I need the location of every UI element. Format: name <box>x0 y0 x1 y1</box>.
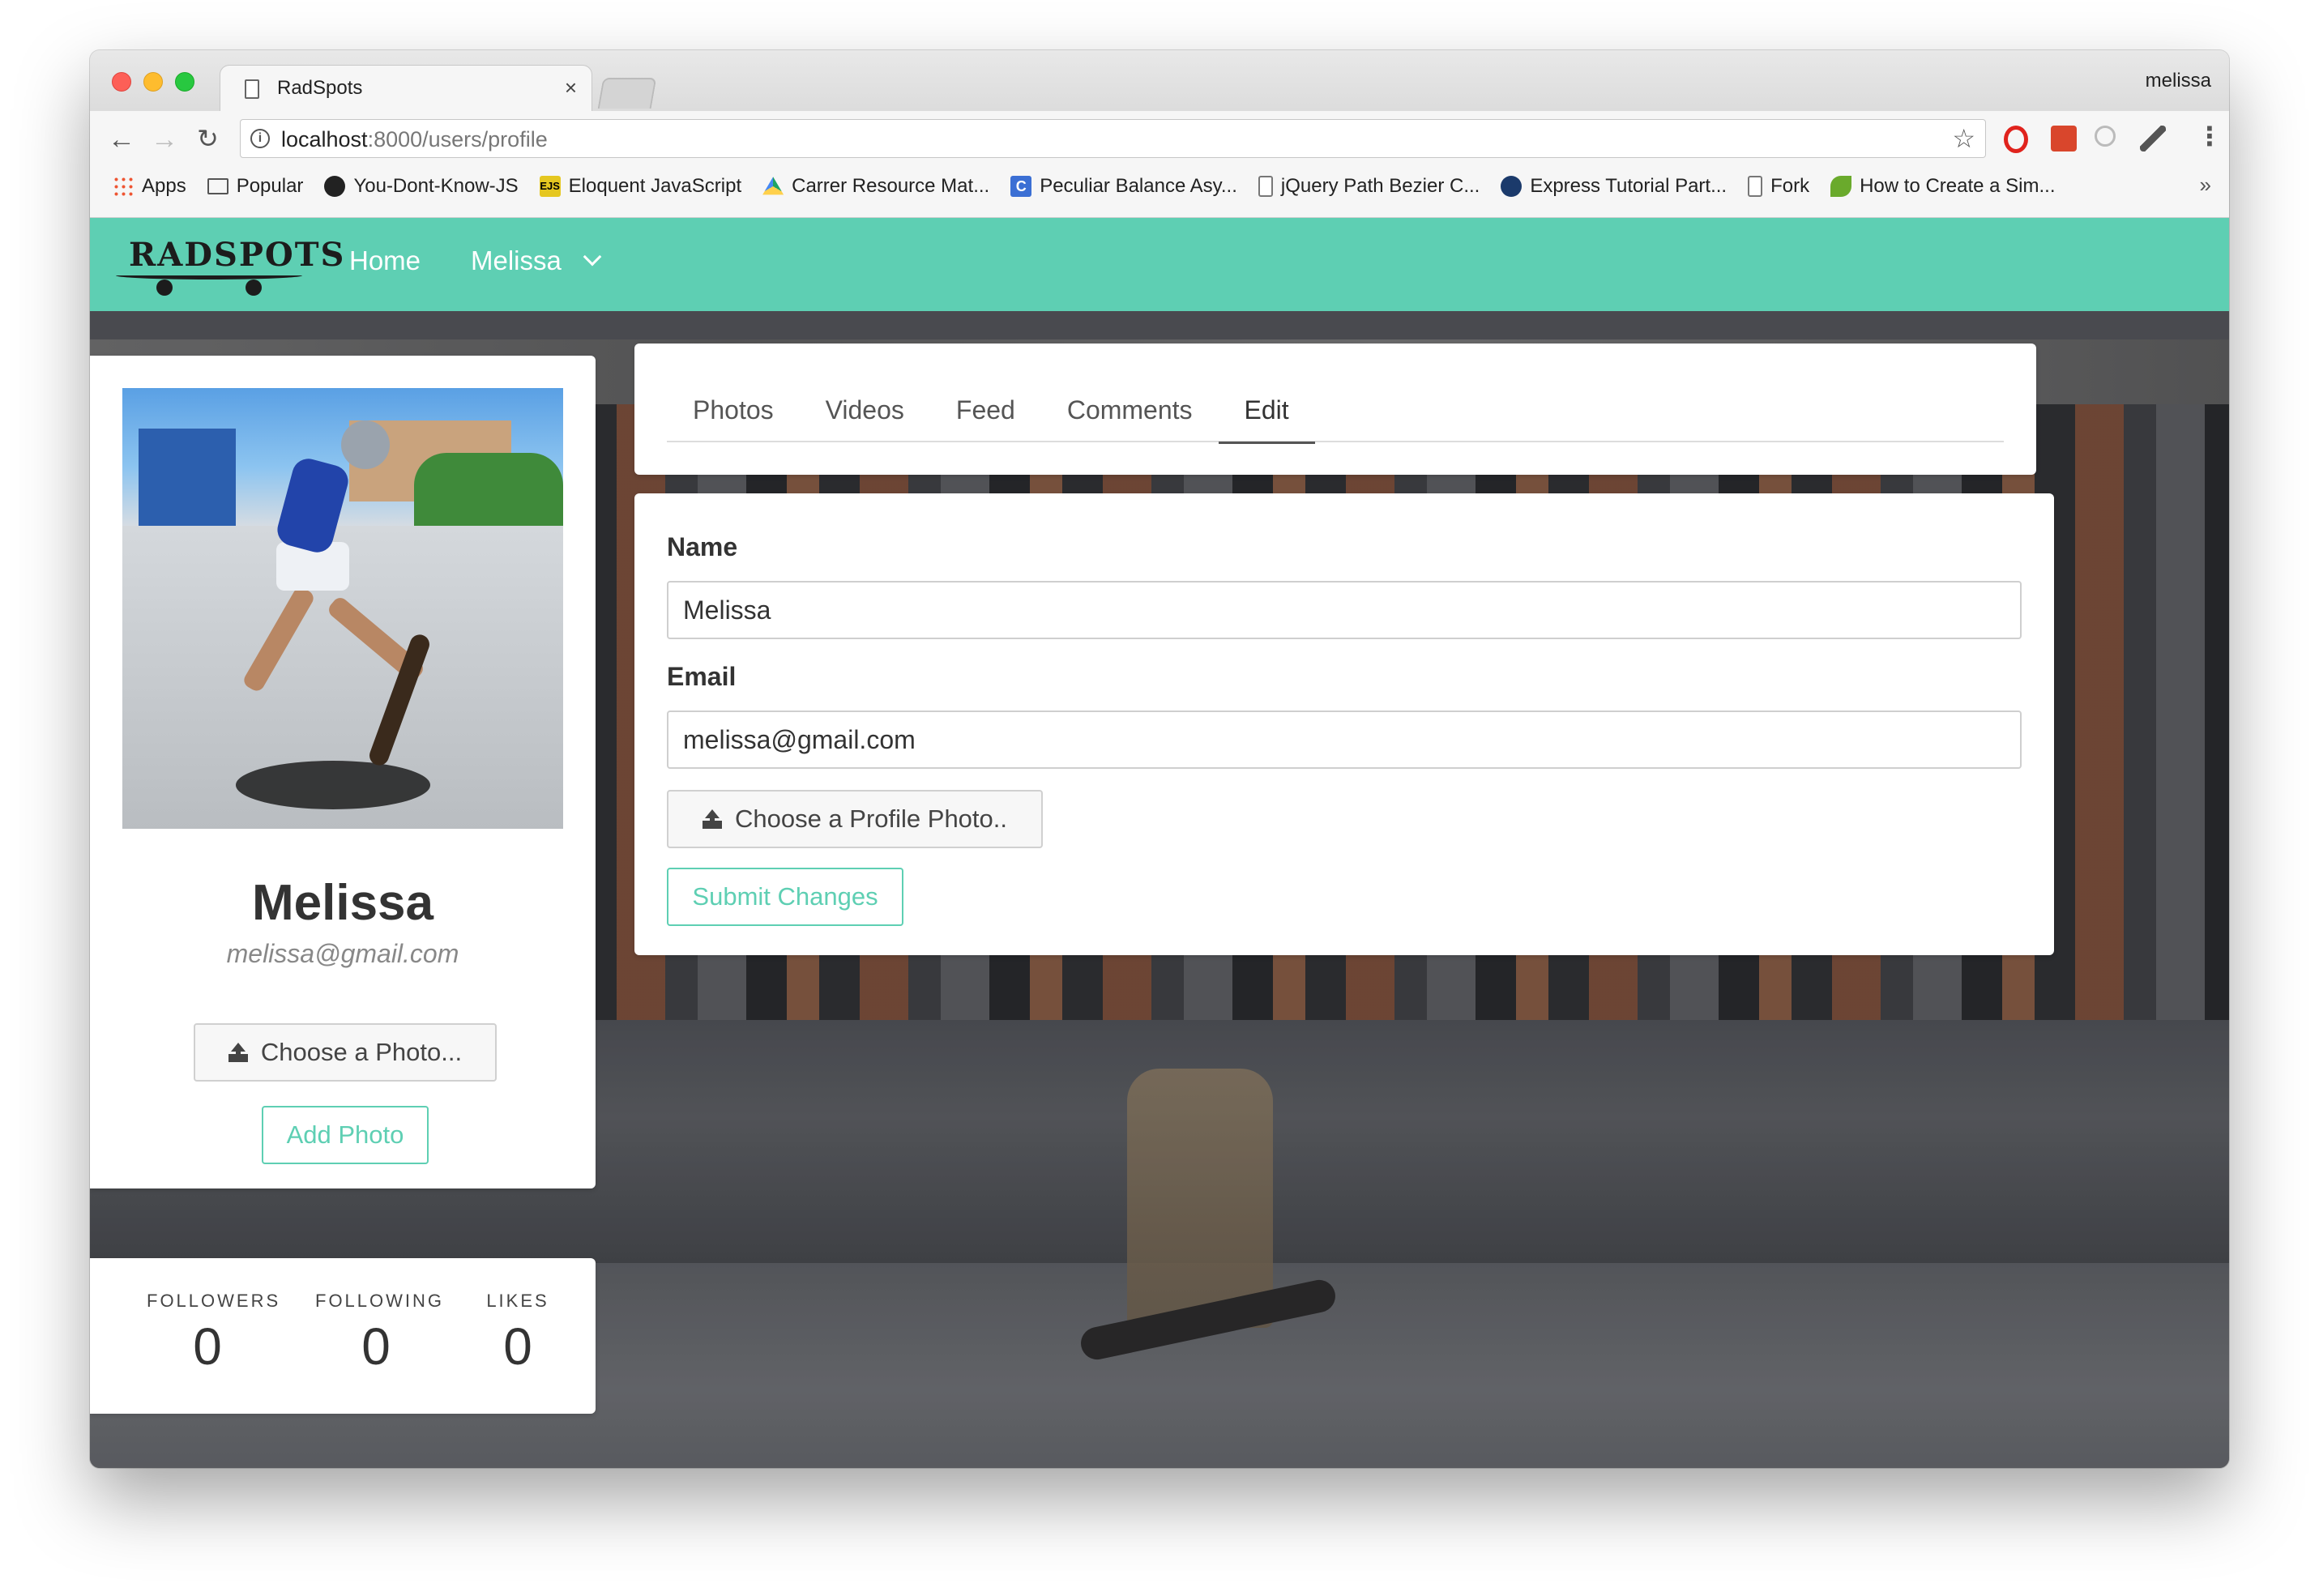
bookmark-popular[interactable]: Popular <box>207 175 303 198</box>
browser-toolbar: ← → ↻ i localhost:8000/users/profile ☆ ⋮… <box>90 111 2229 218</box>
browser-profile-name[interactable]: melissa <box>2146 70 2211 92</box>
close-tab-icon[interactable]: × <box>565 75 577 100</box>
title-bar: RadSpots × melissa <box>90 50 2229 112</box>
address-bar[interactable]: i localhost:8000/users/profile ☆ <box>240 119 1986 158</box>
ejs-icon: EJS <box>539 176 561 197</box>
magnifier-extension-icon[interactable] <box>2095 126 2116 147</box>
edit-profile-form: Name Email Choose a Profile Photo.. Subm… <box>634 493 2054 955</box>
tab-photos[interactable]: Photos <box>667 368 800 442</box>
opera-extension-icon[interactable] <box>2004 126 2028 153</box>
url-text[interactable]: localhost:8000/users/profile <box>281 127 548 152</box>
following-stat[interactable]: FOLLOWING 0 <box>315 1291 442 1376</box>
nav-home-link[interactable]: Home <box>349 245 421 276</box>
name-field[interactable] <box>667 581 2022 639</box>
tab-videos[interactable]: Videos <box>800 368 930 442</box>
profile-photo <box>122 388 563 829</box>
tab-comments[interactable]: Comments <box>1041 368 1219 442</box>
app-navbar: RADSPOTS Home Melissa <box>90 218 2229 311</box>
profile-card: Melissa melissa@gmail.com Choose a Photo… <box>90 356 596 1188</box>
upload-icon <box>702 809 722 829</box>
close-window-button[interactable] <box>112 72 131 92</box>
nav-user-dropdown[interactable]: Melissa <box>471 245 562 276</box>
stats-card: FOLLOWERS 0 FOLLOWING 0 LIKES 0 <box>90 1258 596 1414</box>
bookmarks-bar: Apps Popular You-Dont-Know-JS EJS Eloquen… <box>90 166 2229 207</box>
bookmarks-overflow-icon[interactable]: » <box>2200 173 2211 198</box>
bookmark-star-icon[interactable]: ☆ <box>1952 123 1975 154</box>
logo-skateboard <box>116 271 302 280</box>
leaf-icon <box>1830 176 1852 197</box>
upload-icon <box>228 1043 248 1062</box>
add-photo-button[interactable]: Add Photo <box>262 1106 429 1164</box>
logo-wheel <box>156 280 173 296</box>
new-tab-button[interactable] <box>597 78 657 109</box>
minimize-window-button[interactable] <box>143 72 163 92</box>
forward-arrow-icon[interactable]: → <box>151 126 178 153</box>
page-viewport: RADSPOTS Home Melissa Melissa melissa@gm… <box>90 218 2229 1468</box>
apps-grid-icon <box>113 176 134 197</box>
reload-icon[interactable]: ↻ <box>197 126 219 151</box>
choose-profile-photo-button[interactable]: Choose a Profile Photo.. <box>667 790 1043 848</box>
c-icon: C <box>1010 176 1032 197</box>
radspots-logo[interactable]: RADSPOTS <box>116 236 344 296</box>
browser-tab[interactable]: RadSpots × <box>220 65 592 112</box>
choose-photo-button[interactable]: Choose a Photo... <box>194 1023 497 1082</box>
bookmark-carrer-resource[interactable]: Carrer Resource Mat... <box>762 175 989 198</box>
browser-menu-icon[interactable]: ⋮ <box>2197 121 2223 151</box>
profile-email: melissa@gmail.com <box>226 939 459 968</box>
bookmark-eloquent-javascript[interactable]: EJS Eloquent JavaScript <box>539 175 741 198</box>
name-label: Name <box>667 532 738 561</box>
page-icon <box>245 79 259 99</box>
page-icon <box>1258 176 1273 197</box>
likes-stat[interactable]: LIKES 0 <box>477 1291 558 1376</box>
chevron-down-icon[interactable] <box>583 247 602 267</box>
profile-tabs: Photos Videos Feed Comments Edit <box>667 368 2004 444</box>
tab-feed[interactable]: Feed <box>930 368 1041 442</box>
submit-changes-button[interactable]: Submit Changes <box>667 868 903 926</box>
logo-wheel <box>246 280 262 296</box>
book-extension-icon[interactable] <box>2051 126 2077 151</box>
github-icon <box>324 176 346 197</box>
tab-title: RadSpots <box>277 77 363 99</box>
profile-tabs-card: Photos Videos Feed Comments Edit <box>634 344 2036 475</box>
tab-edit[interactable]: Edit <box>1218 368 1315 444</box>
maximize-window-button[interactable] <box>175 72 194 92</box>
page-icon <box>1748 176 1763 197</box>
mdn-icon <box>1501 176 1523 197</box>
bookmark-apps[interactable]: Apps <box>113 175 186 198</box>
google-drive-icon <box>762 177 784 195</box>
browser-window: RadSpots × melissa ← → ↻ i localhost:800… <box>90 50 2229 1468</box>
bookmark-you-dont-know-js[interactable]: You-Dont-Know-JS <box>324 175 519 198</box>
bookmark-fork[interactable]: Fork <box>1748 175 1809 198</box>
email-field[interactable] <box>667 711 2022 769</box>
info-icon[interactable]: i <box>250 129 270 148</box>
email-label: Email <box>667 662 737 691</box>
followers-stat[interactable]: FOLLOWERS 0 <box>147 1291 278 1376</box>
folder-icon <box>207 178 228 194</box>
bookmark-how-to-create[interactable]: How to Create a Sim... <box>1830 175 2056 198</box>
eyedropper-extension-icon[interactable] <box>2140 126 2166 151</box>
profile-name: Melissa <box>251 875 434 931</box>
bookmark-peculiar-balance[interactable]: C Peculiar Balance Asy... <box>1010 175 1237 198</box>
back-arrow-icon[interactable]: ← <box>108 126 135 153</box>
bookmark-express-tutorial[interactable]: Express Tutorial Part... <box>1501 175 1727 198</box>
bookmark-jquery-path-bezier[interactable]: jQuery Path Bezier C... <box>1258 175 1480 198</box>
